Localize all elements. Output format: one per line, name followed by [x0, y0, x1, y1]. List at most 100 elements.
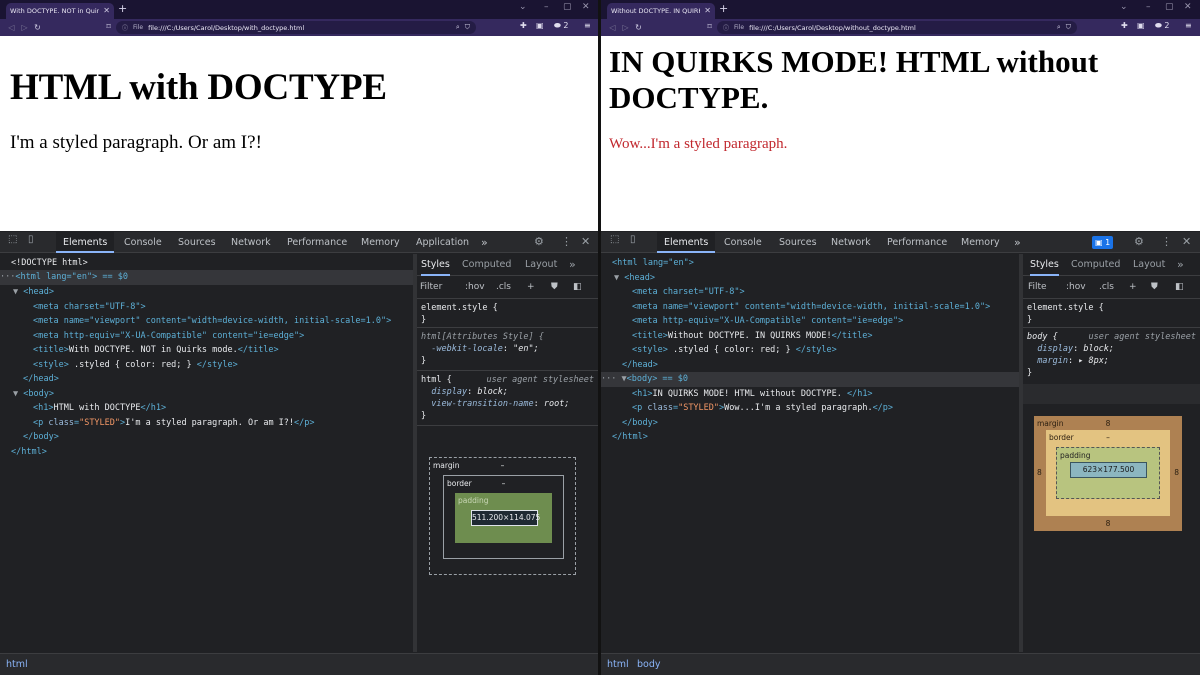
dom-node-head[interactable]: ▼ <head>: [601, 271, 1019, 286]
bookmark-icon[interactable]: ⌑: [703, 23, 716, 31]
rule-element-style[interactable]: element.style { }: [1023, 300, 1200, 328]
rule-attributes-style[interactable]: html[Attributes Style] { -webkit-locale:…: [417, 329, 598, 371]
issues-badge[interactable]: ▣ 1: [1092, 236, 1114, 249]
brave-shield-icon[interactable]: ⛉: [465, 23, 470, 32]
box-model-content[interactable]: 511.200×114.075: [471, 510, 540, 526]
extensions-icon[interactable]: ✚: [520, 22, 527, 30]
close-devtools-icon[interactable]: ✕: [1182, 236, 1191, 247]
wallet-icon[interactable]: ⬬ 2: [1155, 22, 1169, 30]
tab-sources[interactable]: Sources: [178, 232, 216, 253]
dom-node-p[interactable]: <p class="STYLED">I'm a styled paragraph…: [0, 416, 413, 431]
dom-node-style[interactable]: <style> .styled { color: red; } </style>: [0, 358, 413, 373]
tab-network[interactable]: Network: [231, 232, 271, 253]
zoom-icon[interactable]: ⌕: [1057, 23, 1061, 32]
kebab-icon[interactable]: ⋮: [1161, 236, 1172, 247]
new-rule-icon[interactable]: +: [527, 282, 535, 292]
expand-triangle-icon[interactable]: ▼: [614, 273, 624, 283]
chevron-down-icon[interactable]: ⌄: [519, 3, 527, 12]
dom-node-title[interactable]: <title>Without DOCTYPE. IN QUIRKS MODE!<…: [601, 329, 1019, 344]
dom-node-head-close[interactable]: </head>: [0, 372, 413, 387]
plus-icon[interactable]: +: [719, 3, 728, 14]
gear-icon[interactable]: ⚙: [534, 236, 544, 247]
inspect-icon[interactable]: ⬚: [8, 235, 17, 245]
tab-elements[interactable]: Elements: [657, 232, 716, 253]
tab-layout[interactable]: Layout: [525, 254, 557, 276]
dom-node-h1[interactable]: <h1>HTML with DOCTYPE</h1>: [0, 401, 413, 416]
tab-layout[interactable]: Layout: [1133, 254, 1165, 276]
box-model-padding[interactable]: padding 623×177.500: [1056, 447, 1160, 499]
bookmark-icon[interactable]: ⌑: [102, 23, 115, 31]
dom-node-meta-ie[interactable]: <meta http-equiv="X-UA-Compatible" conte…: [0, 329, 413, 344]
box-model-padding[interactable]: padding 511.200×114.075: [455, 493, 552, 543]
dom-node-body[interactable]: ▼ <body>: [0, 387, 413, 402]
address-bar[interactable]: ⓘ File file:///C:/Users/Carol/Desktop/wi…: [116, 21, 476, 34]
dom-node-p[interactable]: <p class="STYLED">Wow...I'm a styled par…: [601, 401, 1019, 416]
tab-styles[interactable]: Styles: [1030, 254, 1059, 276]
dom-node-meta-ie[interactable]: <meta http-equiv="X-UA-Compatible" conte…: [601, 314, 1019, 329]
minimize-icon[interactable]: –: [1146, 3, 1151, 12]
dom-node-title[interactable]: <title>With DOCTYPE. NOT in Quirks mode.…: [0, 343, 413, 358]
dom-node-head-close[interactable]: </head>: [601, 358, 1019, 373]
dom-node-body-close[interactable]: </body>: [601, 416, 1019, 431]
reload-icon[interactable]: ↻: [632, 23, 645, 32]
dom-node-body[interactable]: ··· ▼<body> == $0: [601, 372, 1019, 387]
dom-node-head[interactable]: ▼ <head>: [0, 285, 413, 300]
box-model-margin[interactable]: margin 8 8 8 8 border – padding 623×177.…: [1034, 416, 1182, 531]
zoom-icon[interactable]: ⌕: [456, 23, 460, 32]
tab-memory[interactable]: Memory: [361, 232, 400, 253]
tab-memory[interactable]: Memory: [961, 232, 1000, 253]
close-icon[interactable]: ✕: [704, 7, 711, 15]
browser-tab[interactable]: Without DOCTYPE. IN QUIRKS M ✕: [607, 3, 715, 19]
tab-network[interactable]: Network: [831, 232, 871, 253]
box-model-border[interactable]: border – padding 623×177.500: [1046, 430, 1170, 516]
tab-performance[interactable]: Performance: [887, 232, 947, 253]
extensions-icon[interactable]: ✚: [1121, 22, 1128, 30]
gear-icon[interactable]: ⚙: [1134, 236, 1144, 247]
tab-console[interactable]: Console: [724, 232, 762, 253]
more-tabs-icon[interactable]: »: [1014, 232, 1021, 253]
forward-icon[interactable]: ▷: [18, 23, 31, 32]
tab-console[interactable]: Console: [124, 232, 162, 253]
maximize-icon[interactable]: ▢: [563, 3, 572, 12]
tab-styles[interactable]: Styles: [421, 254, 450, 276]
chevron-down-icon[interactable]: ⌄: [1120, 3, 1128, 12]
tab-computed[interactable]: Computed: [1071, 254, 1120, 276]
dom-node-meta-viewport[interactable]: <meta name="viewport" content="width=dev…: [0, 314, 413, 329]
box-model-content[interactable]: 623×177.500: [1070, 462, 1147, 478]
back-icon[interactable]: ◁: [606, 23, 619, 32]
tab-elements[interactable]: Elements: [56, 232, 115, 253]
inspect-icon[interactable]: ⬚: [610, 235, 619, 245]
back-icon[interactable]: ◁: [5, 23, 18, 32]
more-tabs-icon[interactable]: »: [569, 254, 576, 276]
wallet-icon[interactable]: ⬬ 2: [554, 22, 568, 30]
filter-input[interactable]: Filter: [420, 282, 442, 292]
expand-triangle-icon[interactable]: ▼: [13, 389, 23, 399]
minimize-icon[interactable]: –: [544, 3, 549, 12]
sidebar-icon[interactable]: ▣: [536, 22, 544, 30]
kebab-icon[interactable]: ⋮: [561, 236, 572, 247]
hov-toggle[interactable]: :hov: [465, 282, 485, 292]
more-tabs-icon[interactable]: »: [1177, 254, 1184, 276]
sidebar-icon[interactable]: ▣: [1137, 22, 1145, 30]
dom-node-doctype[interactable]: <!DOCTYPE html>: [0, 256, 413, 271]
rule-element-style[interactable]: element.style { }: [417, 300, 598, 328]
close-icon[interactable]: ✕: [103, 7, 110, 15]
dom-node-html-close[interactable]: </html>: [601, 430, 1019, 445]
device-toggle-icon[interactable]: ▯: [630, 235, 636, 245]
sidebar-toggle-icon[interactable]: ◧: [1175, 282, 1184, 292]
dom-node-meta-charset[interactable]: <meta charset="UTF-8">: [0, 300, 413, 315]
address-bar[interactable]: ⓘ File file:///C:/Users/Carol/Desktop/wi…: [717, 21, 1077, 34]
cls-toggle[interactable]: .cls: [496, 282, 511, 292]
box-model-margin[interactable]: margin – border – padding 511.200×114.07…: [429, 457, 576, 575]
reload-icon[interactable]: ↻: [31, 23, 44, 32]
close-window-icon[interactable]: ✕: [1184, 3, 1192, 12]
filter-input[interactable]: Filte: [1028, 282, 1047, 292]
tab-sources[interactable]: Sources: [779, 232, 817, 253]
dom-node-meta-viewport[interactable]: <meta name="viewport" content="width=dev…: [601, 300, 1019, 315]
close-window-icon[interactable]: ✕: [582, 3, 590, 12]
browser-tab[interactable]: With DOCTYPE. NOT in Quirks m ✕: [6, 3, 114, 19]
dom-node-html[interactable]: ···<html lang="en"> == $0: [0, 270, 413, 285]
dom-node-h1[interactable]: <h1>IN QUIRKS MODE! HTML without DOCTYPE…: [601, 387, 1019, 402]
breadcrumb-html[interactable]: html: [6, 659, 28, 670]
maximize-icon[interactable]: ▢: [1165, 3, 1174, 12]
